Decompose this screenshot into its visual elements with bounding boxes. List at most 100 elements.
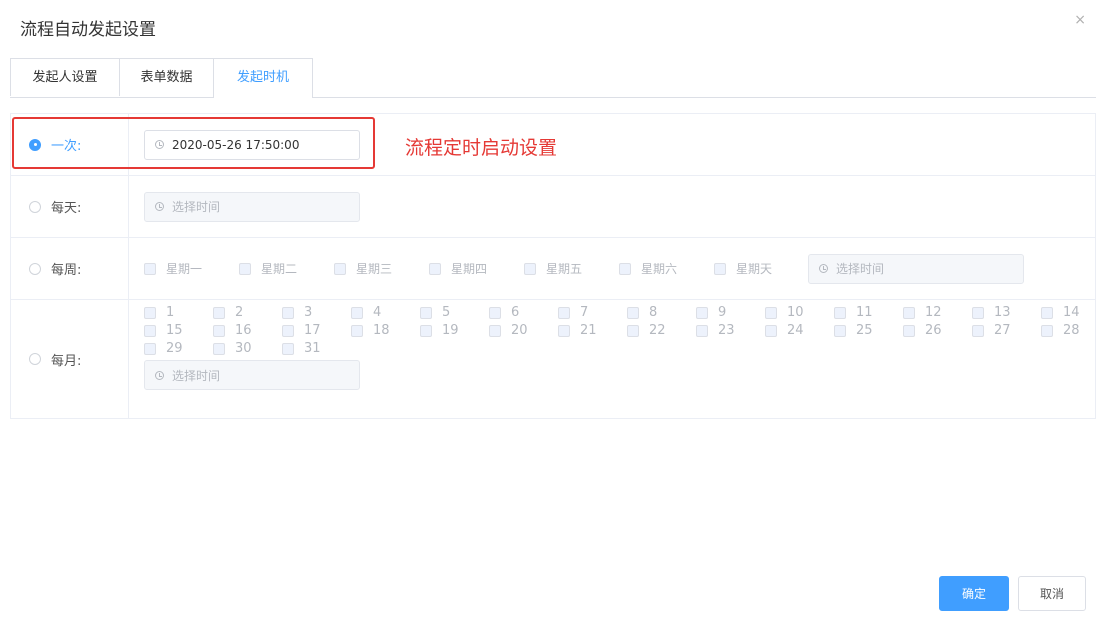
close-icon[interactable]: × [1074, 12, 1086, 28]
month-day-checkbox[interactable]: 8 [627, 305, 657, 320]
monthly-option[interactable]: 每月: [11, 300, 129, 418]
checkbox-box[interactable] [213, 342, 225, 355]
daily-time-input[interactable]: 选择时间 [144, 191, 360, 222]
month-day-checkbox[interactable]: 27 [972, 323, 1011, 338]
checkbox-box[interactable] [765, 324, 777, 337]
monthly-radio[interactable] [29, 353, 41, 365]
checkbox-box[interactable] [1041, 324, 1053, 337]
month-day-checkbox[interactable]: 6 [489, 305, 519, 320]
checkbox-box[interactable] [1041, 306, 1053, 319]
tab-form-data[interactable]: 表单数据 [119, 58, 214, 96]
month-day-checkbox[interactable]: 18 [351, 323, 390, 338]
checkbox-box[interactable] [282, 342, 294, 355]
weekday-checkbox[interactable]: 星期二 [239, 260, 297, 277]
month-day-checkbox[interactable]: 1 [144, 305, 174, 320]
daily-radio[interactable] [29, 200, 41, 213]
month-day-checkbox[interactable]: 23 [696, 323, 735, 338]
checkbox-box[interactable] [696, 306, 708, 319]
month-day-checkbox[interactable]: 5 [420, 305, 450, 320]
checkbox-box[interactable] [558, 324, 570, 337]
checkbox-box[interactable] [282, 306, 294, 319]
month-day-checkbox[interactable]: 26 [903, 323, 942, 338]
month-day-label: 28 [1063, 323, 1080, 338]
month-day-label: 17 [304, 323, 321, 338]
checkbox-box[interactable] [144, 324, 156, 337]
month-day-label: 14 [1063, 305, 1080, 320]
month-day-checkbox[interactable]: 16 [213, 323, 252, 338]
tab-trigger-timing[interactable]: 发起时机 [213, 58, 313, 98]
monthly-label: 每月: [51, 353, 82, 369]
month-day-checkbox[interactable]: 25 [834, 323, 873, 338]
month-day-checkbox[interactable]: 29 [144, 341, 183, 356]
month-day-label: 25 [856, 323, 873, 338]
monthly-time-placeholder: 选择时间 [172, 368, 221, 383]
month-day-checkbox[interactable]: 10 [765, 305, 804, 320]
confirm-button[interactable]: 确定 [939, 576, 1009, 611]
month-day-label: 12 [925, 305, 942, 320]
checkbox-box[interactable] [627, 306, 639, 319]
annotation-text: 流程定时启动设置 [405, 137, 558, 159]
month-day-label: 31 [304, 341, 321, 356]
checkbox-box[interactable] [351, 306, 363, 319]
month-day-checkbox[interactable]: 4 [351, 305, 381, 320]
checkbox-box[interactable] [903, 306, 915, 319]
checkbox-box[interactable] [213, 324, 225, 337]
weekly-option[interactable]: 每周: [11, 238, 129, 299]
weekly-time-input[interactable]: 选择时间 [808, 253, 1024, 284]
month-day-checkbox[interactable]: 11 [834, 305, 873, 320]
month-day-checkbox[interactable]: 19 [420, 323, 459, 338]
month-day-checkbox[interactable]: 17 [282, 323, 321, 338]
month-day-label: 1 [166, 305, 175, 320]
monthly-time-input[interactable]: 选择时间 [144, 360, 360, 390]
month-day-checkbox[interactable]: 3 [282, 305, 312, 320]
tab-initiator-settings[interactable]: 发起人设置 [10, 58, 120, 96]
checkbox-box[interactable] [144, 342, 156, 355]
checkbox-box[interactable] [420, 306, 432, 319]
month-day-checkbox[interactable]: 30 [213, 341, 252, 356]
month-day-label: 8 [649, 305, 658, 320]
checkbox-box[interactable] [903, 324, 915, 337]
month-day-checkbox[interactable]: 9 [696, 305, 726, 320]
checkbox-box[interactable] [489, 306, 501, 319]
month-day-checkbox[interactable]: 7 [558, 305, 588, 320]
month-day-label: 26 [925, 323, 942, 338]
month-day-label: 19 [442, 323, 459, 338]
checkbox-box[interactable] [213, 306, 225, 319]
month-day-checkbox[interactable]: 15 [144, 323, 183, 338]
checkbox-box[interactable] [696, 324, 708, 337]
month-day-checkbox[interactable]: 14 [1041, 305, 1080, 320]
checkbox-box[interactable] [144, 306, 156, 319]
weekday-checkbox[interactable]: 星期天 [714, 260, 772, 277]
weekday-checkbox[interactable]: 星期一 [144, 260, 202, 277]
weekday-checkbox[interactable]: 星期五 [524, 260, 582, 277]
checkbox-box[interactable] [834, 306, 846, 319]
weekday-checkbox[interactable]: 星期六 [619, 260, 677, 277]
checkbox-box[interactable] [834, 324, 846, 337]
month-day-checkbox[interactable]: 24 [765, 323, 804, 338]
month-day-label: 22 [649, 323, 666, 338]
checkbox-box[interactable] [627, 324, 639, 337]
month-day-checkbox[interactable]: 13 [972, 305, 1011, 320]
month-day-label: 9 [718, 305, 727, 320]
month-day-checkbox[interactable]: 21 [558, 323, 597, 338]
daily-option[interactable]: 每天: [11, 176, 129, 237]
checkbox-box[interactable] [489, 324, 501, 337]
checkbox-box[interactable] [972, 324, 984, 337]
checkbox-box[interactable] [972, 306, 984, 319]
month-day-checkbox[interactable]: 22 [627, 323, 666, 338]
month-day-checkbox[interactable]: 20 [489, 323, 528, 338]
month-day-checkbox[interactable]: 2 [213, 305, 243, 320]
weekly-radio[interactable] [29, 262, 41, 275]
dialog-title: 流程自动发起设置 [20, 20, 156, 40]
month-day-checkbox[interactable]: 31 [282, 341, 321, 356]
weekday-checkbox[interactable]: 星期三 [334, 260, 392, 277]
cancel-button[interactable]: 取消 [1018, 576, 1086, 611]
weekday-checkbox[interactable]: 星期四 [429, 260, 487, 277]
checkbox-box[interactable] [420, 324, 432, 337]
checkbox-box[interactable] [558, 306, 570, 319]
checkbox-box[interactable] [351, 324, 363, 337]
checkbox-box[interactable] [282, 324, 294, 337]
checkbox-box[interactable] [765, 306, 777, 319]
month-day-checkbox[interactable]: 28 [1041, 323, 1080, 338]
month-day-checkbox[interactable]: 12 [903, 305, 942, 320]
